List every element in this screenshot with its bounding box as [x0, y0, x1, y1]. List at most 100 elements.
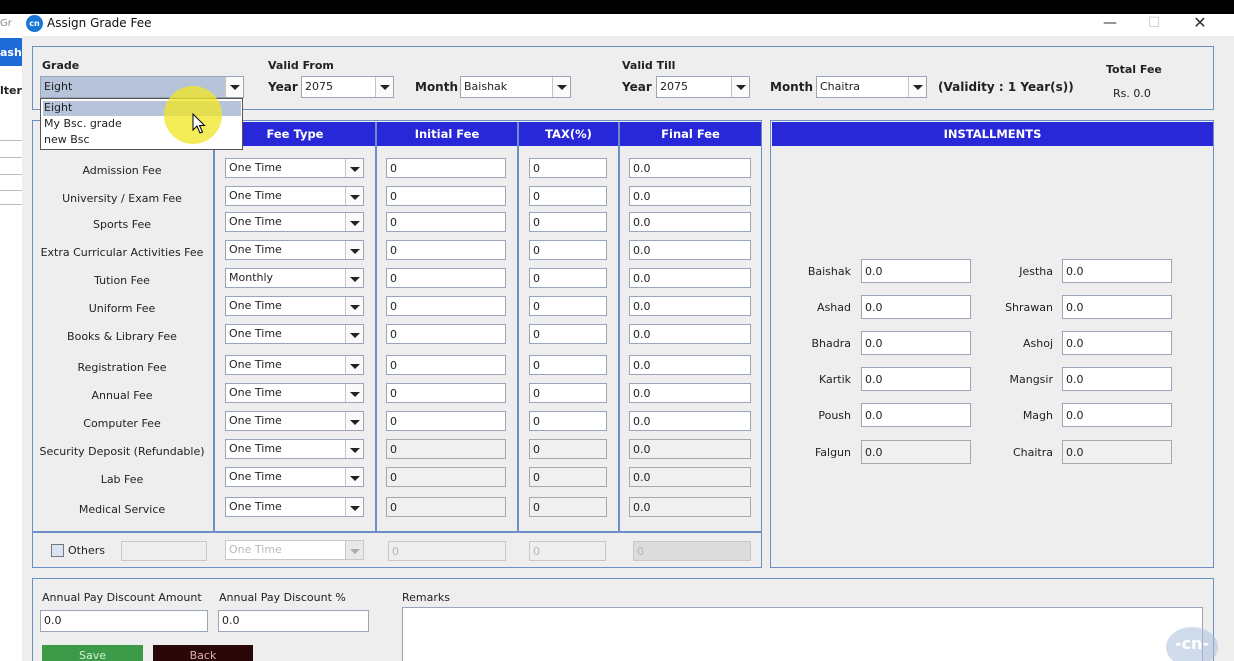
- tax-input[interactable]: 0: [529, 296, 607, 316]
- tax-input[interactable]: 0: [529, 240, 607, 260]
- valid-from-month-select[interactable]: Baishak: [460, 76, 571, 98]
- valid-till-year-select[interactable]: 2075: [656, 76, 750, 98]
- chevron-down-icon[interactable]: [731, 77, 749, 97]
- minimize-button[interactable]: —: [1090, 14, 1130, 34]
- installment-amount-input[interactable]: 0.0: [861, 259, 971, 283]
- installment-amount-input[interactable]: 0.0: [1062, 367, 1172, 391]
- others-fee-type-select[interactable]: One Time: [225, 540, 364, 560]
- others-checkbox[interactable]: [51, 544, 64, 557]
- fee-type-select[interactable]: One Time: [225, 186, 364, 206]
- initial-fee-input[interactable]: 0: [386, 158, 506, 178]
- discount-amount-input[interactable]: 0.0: [40, 610, 208, 632]
- initial-fee-input[interactable]: 0: [386, 383, 506, 403]
- initial-fee-input[interactable]: 0: [386, 324, 506, 344]
- chevron-down-icon[interactable]: [552, 77, 570, 97]
- chevron-down-icon[interactable]: [345, 541, 363, 559]
- chevron-down-icon[interactable]: [908, 77, 926, 97]
- maximize-button[interactable]: ☐: [1134, 14, 1174, 34]
- initial-fee-input[interactable]: 0: [386, 186, 506, 206]
- fee-type-select[interactable]: One Time: [225, 296, 364, 316]
- total-fee-value: Rs. 0.0: [1113, 87, 1151, 100]
- others-initial-fee-input[interactable]: 0: [388, 541, 506, 561]
- initial-fee-input[interactable]: 0: [386, 212, 506, 232]
- chevron-down-icon[interactable]: [345, 440, 363, 458]
- tax-input[interactable]: 0: [529, 324, 607, 344]
- installment-amount-input[interactable]: 0.0: [861, 367, 971, 391]
- discount-percent-input[interactable]: 0.0: [218, 610, 369, 632]
- fee-type-select[interactable]: One Time: [225, 497, 364, 517]
- valid-till-month-select[interactable]: Chaitra: [816, 76, 927, 98]
- chevron-down-icon[interactable]: [345, 159, 363, 177]
- tax-input[interactable]: 0: [529, 411, 607, 431]
- initial-fee-input[interactable]: 0: [386, 467, 506, 487]
- background-app-nav[interactable]: ashb: [0, 38, 22, 66]
- final-fee-input: 0.0: [629, 324, 751, 344]
- fee-type-select[interactable]: Monthly: [225, 268, 364, 288]
- final-fee-input: 0.0: [629, 411, 751, 431]
- remarks-textarea[interactable]: [402, 607, 1203, 661]
- installment-amount-input[interactable]: 0.0: [1062, 403, 1172, 427]
- chevron-down-icon[interactable]: [225, 77, 243, 97]
- fee-type-select[interactable]: One Time: [225, 324, 364, 344]
- tax-input[interactable]: 0: [529, 467, 607, 487]
- close-button[interactable]: ✕: [1180, 14, 1220, 34]
- initial-fee-input[interactable]: 0: [386, 439, 506, 459]
- back-button[interactable]: Back: [153, 645, 253, 661]
- fee-type-select[interactable]: One Time: [225, 439, 364, 459]
- column-header-initial-fee: Initial Fee: [377, 122, 517, 146]
- installment-amount-input[interactable]: 0.0: [1062, 331, 1172, 355]
- fee-type-value: One Time: [229, 386, 282, 399]
- chevron-down-icon[interactable]: [345, 356, 363, 374]
- window-titlebar[interactable]: [22, 14, 1234, 36]
- chevron-down-icon[interactable]: [345, 297, 363, 315]
- tax-input[interactable]: 0: [529, 383, 607, 403]
- chevron-down-icon[interactable]: [375, 77, 393, 97]
- tax-input[interactable]: 0: [529, 497, 607, 517]
- installment-month-label: Mangsir: [1009, 373, 1054, 386]
- chevron-down-icon[interactable]: [345, 325, 363, 343]
- tax-input[interactable]: 0: [529, 439, 607, 459]
- valid-from-year-select[interactable]: 2075: [301, 76, 394, 98]
- fee-type-select[interactable]: One Time: [225, 383, 364, 403]
- chevron-down-icon[interactable]: [345, 498, 363, 516]
- installment-amount-input[interactable]: 0.0: [1062, 295, 1172, 319]
- tax-input[interactable]: 0: [529, 158, 607, 178]
- chevron-down-icon[interactable]: [345, 213, 363, 231]
- tax-input[interactable]: 0: [529, 355, 607, 375]
- installment-amount-input[interactable]: 0.0: [861, 331, 971, 355]
- installment-amount-input[interactable]: 0.0: [861, 440, 971, 464]
- tax-input[interactable]: 0: [529, 268, 607, 288]
- installment-amount-input[interactable]: 0.0: [861, 295, 971, 319]
- fee-type-select[interactable]: One Time: [225, 240, 364, 260]
- initial-fee-input[interactable]: 0: [386, 411, 506, 431]
- chevron-down-icon[interactable]: [345, 269, 363, 287]
- others-tax-input[interactable]: 0: [529, 541, 606, 561]
- save-button[interactable]: Save: [42, 645, 143, 661]
- initial-fee-input[interactable]: 0: [386, 268, 506, 288]
- tax-input[interactable]: 0: [529, 186, 607, 206]
- initial-fee-input[interactable]: 0: [386, 240, 506, 260]
- tax-input[interactable]: 0: [529, 212, 607, 232]
- fee-type-select[interactable]: One Time: [225, 467, 364, 487]
- final-fee-input: 0.0: [629, 296, 751, 316]
- fee-type-select[interactable]: One Time: [225, 355, 364, 375]
- others-name-input[interactable]: [121, 541, 207, 561]
- chevron-down-icon[interactable]: [345, 384, 363, 402]
- initial-fee-input[interactable]: 0: [386, 497, 506, 517]
- chevron-down-icon[interactable]: [345, 468, 363, 486]
- fee-type-select[interactable]: One Time: [225, 212, 364, 232]
- installment-amount-input[interactable]: 0.0: [1062, 440, 1172, 464]
- fee-type-value: One Time: [229, 215, 282, 228]
- installment-amount-input[interactable]: 0.0: [1062, 259, 1172, 283]
- installment-amount-input[interactable]: 0.0: [861, 403, 971, 427]
- initial-fee-input[interactable]: 0: [386, 355, 506, 375]
- background-app-filter[interactable]: lter: [0, 84, 22, 104]
- chevron-down-icon[interactable]: [345, 187, 363, 205]
- fee-type-select[interactable]: One Time: [225, 411, 364, 431]
- installment-month-label: Chaitra: [1012, 446, 1053, 459]
- fee-type-select[interactable]: One Time: [225, 158, 364, 178]
- initial-fee-input[interactable]: 0: [386, 296, 506, 316]
- installment-month-label: Magh: [1022, 409, 1053, 422]
- chevron-down-icon[interactable]: [345, 241, 363, 259]
- chevron-down-icon[interactable]: [345, 412, 363, 430]
